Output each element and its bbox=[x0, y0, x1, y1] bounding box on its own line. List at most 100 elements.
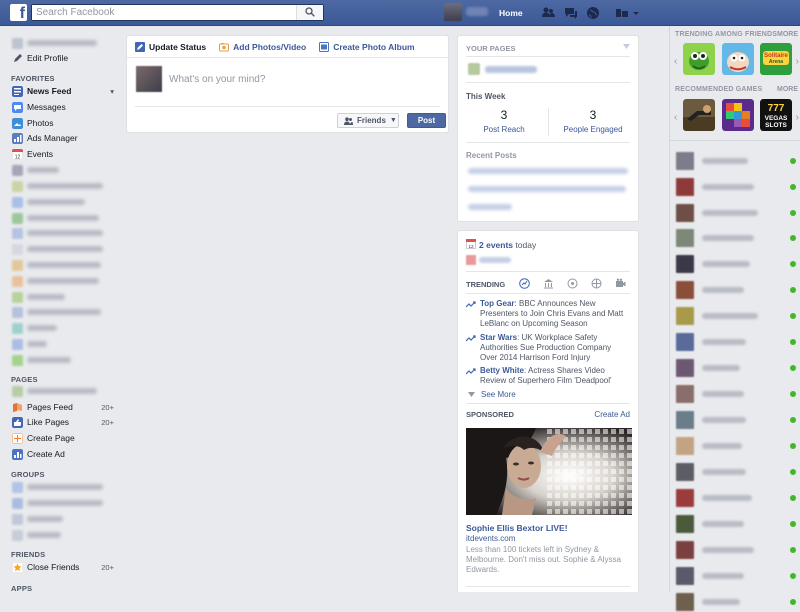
game-thumbnail-solitaire[interactable]: SolitaireArena bbox=[760, 43, 792, 75]
sidebar-item-pages-feed[interactable]: Pages Feed 20+ bbox=[12, 400, 120, 414]
events-today[interactable]: 2 events today bbox=[479, 240, 536, 250]
recent-post-item[interactable] bbox=[468, 168, 628, 174]
notifications-globe-icon[interactable] bbox=[586, 6, 600, 20]
tab-create-photo-album[interactable]: Create Photo Album bbox=[319, 41, 415, 52]
see-all-link[interactable] bbox=[468, 204, 512, 210]
entertainment-icon[interactable] bbox=[615, 278, 626, 289]
chevron-right-icon[interactable]: › bbox=[796, 56, 799, 67]
blurred-favorite-item[interactable] bbox=[12, 353, 120, 367]
profile-row[interactable] bbox=[12, 36, 120, 50]
create-ad-link[interactable]: Create Ad bbox=[594, 410, 630, 419]
recommended-games-more-link[interactable]: MORE bbox=[777, 86, 798, 93]
chat-contact[interactable] bbox=[676, 592, 800, 612]
chat-contact[interactable] bbox=[676, 177, 800, 197]
post-button[interactable]: Post bbox=[407, 113, 446, 128]
game-thumbnail-dragon[interactable] bbox=[683, 43, 715, 75]
chat-contact[interactable] bbox=[676, 203, 800, 223]
chat-contact[interactable] bbox=[676, 280, 800, 300]
sidebar-item-create-page[interactable]: Create Page bbox=[12, 431, 120, 445]
status-input[interactable]: What's on your mind? bbox=[169, 74, 265, 85]
trending-item[interactable]: Star Wars: UK Workplace Safety Authoriti… bbox=[466, 333, 626, 363]
blurred-favorite-item[interactable] bbox=[12, 211, 120, 225]
chat-contact[interactable] bbox=[676, 436, 800, 456]
chat-contact[interactable] bbox=[676, 384, 800, 404]
sidebar-item-events[interactable]: 12 Events bbox=[12, 147, 120, 161]
trending-item[interactable]: Top Gear: BBC Announces New Presenters t… bbox=[466, 299, 626, 329]
post-reach-stat[interactable]: 3 Post Reach bbox=[470, 108, 538, 134]
chevron-down-icon[interactable] bbox=[623, 44, 630, 49]
blurred-favorite-item[interactable] bbox=[12, 258, 120, 272]
trending-games-more-link[interactable]: MORE bbox=[777, 31, 798, 38]
blurred-favorite-item[interactable] bbox=[12, 274, 120, 288]
chat-contact[interactable] bbox=[676, 332, 800, 352]
sidebar-item-news-feed[interactable]: News Feed ▾ bbox=[12, 84, 120, 98]
people-engaged-stat[interactable]: 3 People Engaged bbox=[554, 108, 632, 134]
profile-name-link[interactable] bbox=[466, 7, 488, 16]
chat-contact[interactable] bbox=[676, 254, 800, 274]
chat-contact[interactable] bbox=[676, 306, 800, 326]
chat-contact[interactable] bbox=[676, 566, 800, 586]
ad-title[interactable]: Sophie Ellis Bextor LIVE! bbox=[466, 523, 568, 533]
settings-menu-icon[interactable] bbox=[616, 7, 640, 19]
search-button[interactable] bbox=[296, 5, 323, 20]
blurred-favorite-item[interactable] bbox=[12, 195, 120, 209]
sidebar-item-messages[interactable]: Messages bbox=[12, 100, 120, 114]
trending-item[interactable]: Betty White: Actress Shares Video Review… bbox=[466, 366, 626, 386]
audience-selector[interactable]: Friends ▼ bbox=[337, 113, 399, 128]
blurred-favorite-item[interactable] bbox=[12, 321, 120, 335]
edit-profile-link[interactable]: Edit Profile bbox=[12, 51, 120, 65]
chat-contact[interactable] bbox=[676, 358, 800, 378]
tab-add-photos-video[interactable]: Add Photos/Video bbox=[219, 42, 306, 52]
chevron-left-icon[interactable]: ‹ bbox=[674, 56, 677, 67]
blurred-favorite-item[interactable] bbox=[12, 226, 120, 240]
game-thumbnail-shooter[interactable] bbox=[683, 99, 715, 131]
blurred-group-item[interactable] bbox=[12, 480, 120, 494]
chat-contact[interactable] bbox=[676, 462, 800, 482]
sidebar-item-photos[interactable]: Photos bbox=[12, 116, 120, 130]
blurred-favorite-item[interactable] bbox=[12, 242, 120, 256]
home-link[interactable]: Home bbox=[499, 8, 523, 18]
chevron-right-icon[interactable]: › bbox=[796, 112, 799, 123]
game-thumbnail-family-guy[interactable] bbox=[722, 43, 754, 75]
facebook-logo-icon[interactable]: f bbox=[10, 4, 27, 21]
chevron-left-icon[interactable]: ‹ bbox=[674, 112, 677, 123]
see-more-link[interactable]: See More bbox=[468, 390, 516, 399]
recent-post-item[interactable] bbox=[468, 186, 626, 192]
page-thumb[interactable] bbox=[468, 63, 480, 75]
friend-requests-icon[interactable] bbox=[541, 6, 555, 20]
game-thumbnail-vegas-slots[interactable]: 777VEGASSLOTS bbox=[760, 99, 792, 131]
chat-contact[interactable] bbox=[676, 488, 800, 508]
sidebar-item-ads-manager[interactable]: Ads Manager bbox=[12, 131, 120, 145]
chat-contact[interactable] bbox=[676, 514, 800, 534]
sports-icon[interactable] bbox=[591, 278, 602, 289]
profile-avatar[interactable] bbox=[444, 3, 462, 21]
page-name-blurred[interactable] bbox=[485, 66, 537, 73]
event-name-blurred[interactable] bbox=[479, 257, 511, 263]
science-icon[interactable] bbox=[567, 278, 578, 289]
search-input[interactable] bbox=[32, 5, 297, 20]
messages-jewel-icon[interactable] bbox=[564, 6, 578, 20]
trending-top-icon[interactable] bbox=[519, 278, 530, 289]
blurred-group-item[interactable] bbox=[12, 496, 120, 510]
blurred-favorite-item[interactable] bbox=[12, 337, 120, 351]
news-feed-options-icon[interactable]: ▾ bbox=[110, 87, 114, 96]
blurred-favorite-item[interactable] bbox=[12, 179, 120, 193]
game-thumbnail-tetris[interactable] bbox=[722, 99, 754, 131]
sidebar-item-close-friends[interactable]: Close Friends 20+ bbox=[12, 560, 120, 574]
politics-icon[interactable] bbox=[543, 278, 554, 289]
blurred-page-item[interactable] bbox=[12, 384, 120, 398]
blurred-favorite-item[interactable] bbox=[12, 290, 120, 304]
chat-contact[interactable] bbox=[676, 540, 800, 560]
blurred-favorite-item[interactable] bbox=[12, 163, 120, 177]
chat-contact[interactable] bbox=[676, 228, 800, 248]
chat-contact[interactable] bbox=[676, 151, 800, 171]
blurred-favorite-item[interactable] bbox=[12, 305, 120, 319]
sidebar-item-like-pages[interactable]: Like Pages 20+ bbox=[12, 415, 120, 429]
blurred-group-item[interactable] bbox=[12, 512, 120, 526]
ad-url[interactable]: itdevents.com bbox=[466, 534, 515, 543]
sidebar-item-create-ad[interactable]: Create Ad bbox=[12, 447, 120, 461]
blurred-group-item[interactable] bbox=[12, 528, 120, 542]
chat-contact[interactable] bbox=[676, 410, 800, 430]
tab-update-status[interactable]: Update Status bbox=[135, 41, 206, 52]
ad-image[interactable] bbox=[466, 428, 632, 515]
